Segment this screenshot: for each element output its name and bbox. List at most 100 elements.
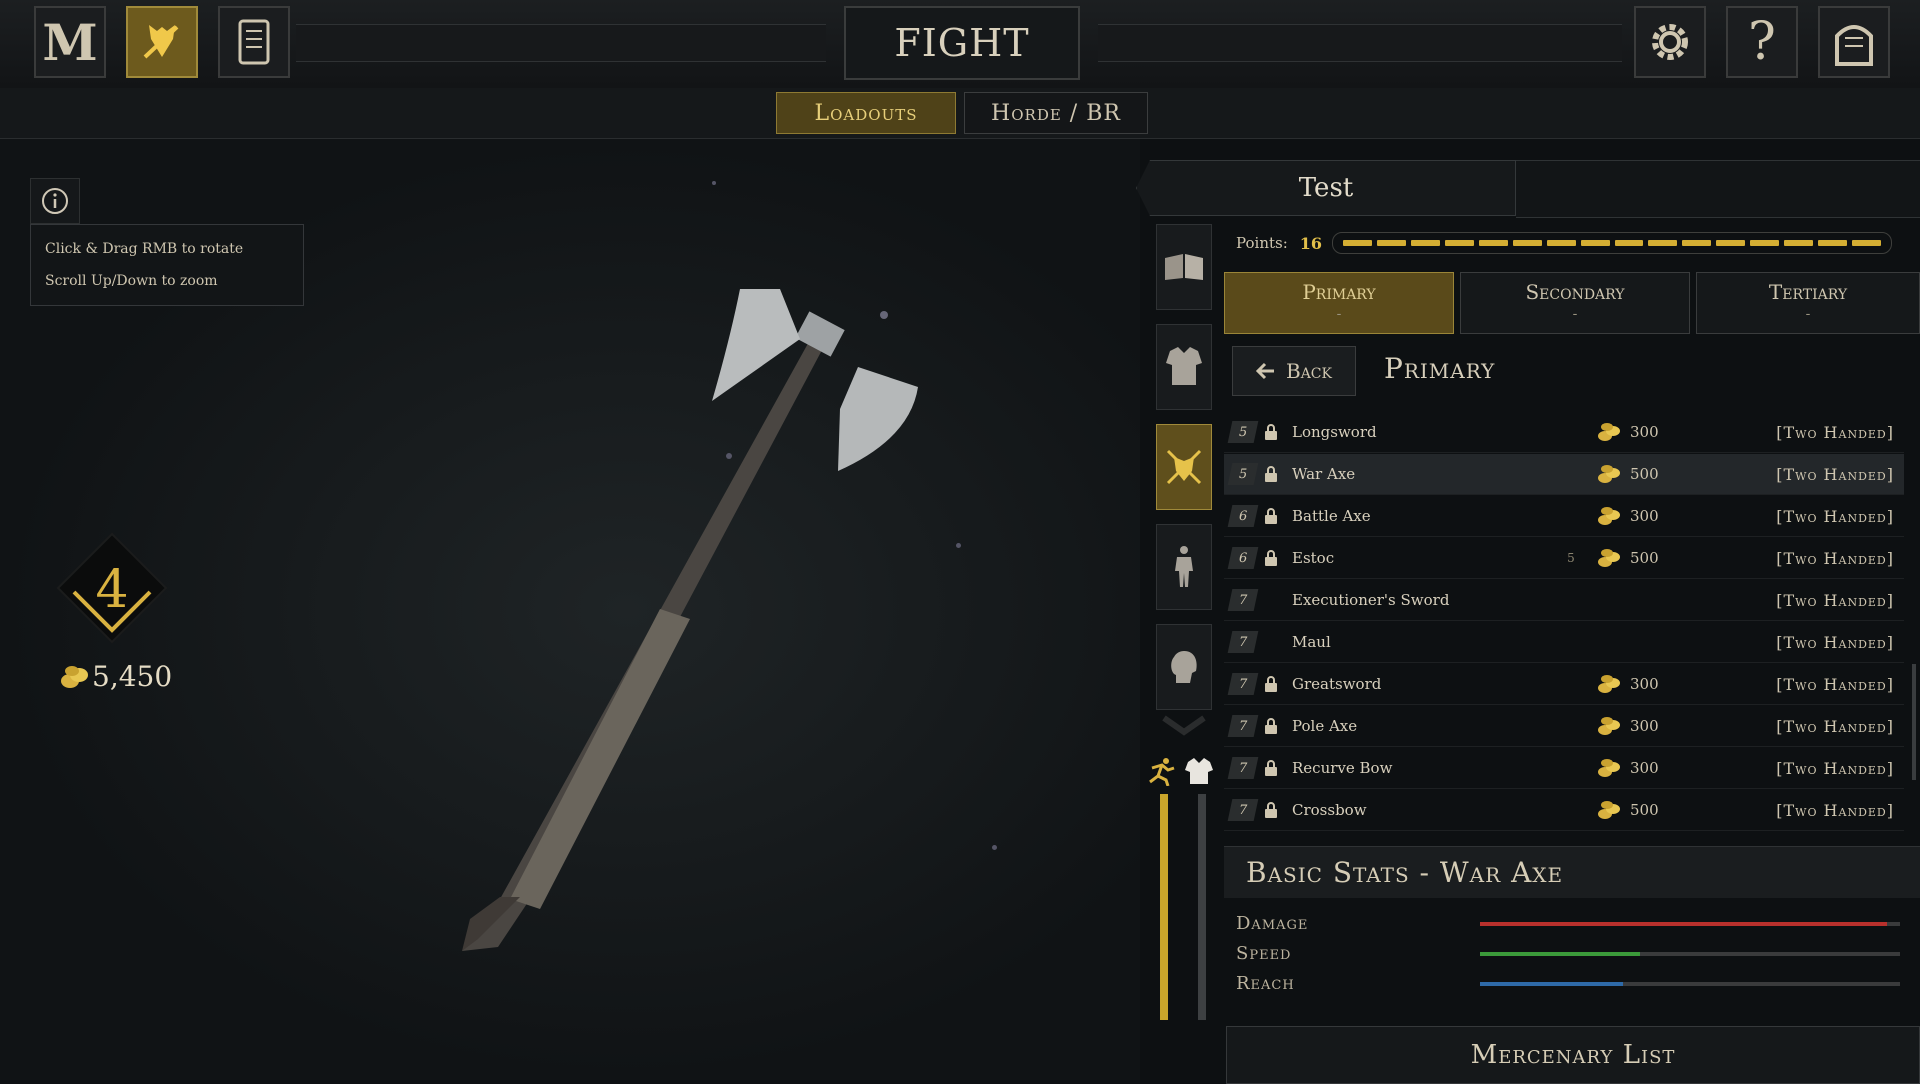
scroll-log-button[interactable] bbox=[218, 6, 290, 78]
points-segment bbox=[1444, 240, 1474, 246]
slot-tertiary-label: Tertiary bbox=[1768, 280, 1848, 304]
back-button[interactable]: Back bbox=[1232, 346, 1356, 396]
head-icon bbox=[1171, 651, 1197, 683]
armor-weight-meter bbox=[1198, 794, 1206, 1020]
points-label: Points: bbox=[1236, 234, 1288, 252]
weapon-row[interactable]: 6 Battle Axe 300 [Two Handed] bbox=[1224, 496, 1904, 537]
running-man-icon bbox=[1149, 758, 1175, 786]
slot-primary-label: Primary bbox=[1302, 280, 1376, 304]
weapon-row[interactable]: 5 Longsword 300 [Two Handed] bbox=[1224, 412, 1904, 453]
help-button[interactable]: ? bbox=[1726, 6, 1798, 78]
top-bar-divider-right bbox=[1098, 24, 1622, 62]
points-segment bbox=[1376, 240, 1406, 246]
gold-coins-icon bbox=[1598, 507, 1620, 525]
weapon-price: 300 bbox=[1630, 423, 1659, 441]
points-segment bbox=[1716, 240, 1746, 246]
tab-loadouts[interactable]: Loadouts bbox=[776, 92, 956, 134]
weapon-row[interactable]: 5 War Axe 500 [Two Handed] bbox=[1224, 454, 1904, 495]
arrow-left-icon bbox=[1256, 362, 1274, 380]
tab-horde-br[interactable]: Horde / BR bbox=[964, 92, 1148, 134]
category-character-button[interactable] bbox=[1156, 524, 1212, 610]
tier-badge: 7 bbox=[1227, 631, 1259, 653]
category-perks-button[interactable] bbox=[1156, 224, 1212, 310]
hint-zoom: Scroll Up/Down to zoom bbox=[45, 273, 218, 289]
weapon-row[interactable]: 7 Maul [Two Handed] bbox=[1224, 622, 1904, 663]
stat-damage-bar bbox=[1480, 922, 1900, 926]
weight-meters-header bbox=[1146, 752, 1216, 792]
weapon-row[interactable]: 7 Crossbow 500 [Two Handed] bbox=[1224, 790, 1904, 831]
lock-icon bbox=[1265, 508, 1277, 524]
weapon-name: Maul bbox=[1292, 633, 1331, 651]
tier-badge: 5 bbox=[1227, 463, 1259, 485]
weapon-price: 300 bbox=[1630, 759, 1659, 777]
weapon-row[interactable]: 6 Estoc 5 500 [Two Handed] bbox=[1224, 538, 1904, 579]
weapon-name: Longsword bbox=[1292, 423, 1377, 441]
tab-loadouts-label: Loadouts bbox=[814, 100, 918, 126]
scroll-icon bbox=[238, 19, 270, 65]
background-star bbox=[712, 181, 716, 185]
loadout-name-field[interactable]: Test bbox=[1136, 160, 1516, 216]
stat-damage-fill bbox=[1480, 922, 1888, 926]
background-star bbox=[880, 311, 888, 319]
gold-coins-icon bbox=[1598, 717, 1620, 735]
weapon-type: [Two Handed] bbox=[1776, 591, 1894, 610]
settings-button[interactable] bbox=[1634, 6, 1706, 78]
points-segment bbox=[1750, 240, 1780, 246]
mercenary-list-label: Mercenary List bbox=[1470, 1040, 1676, 1070]
tier-badge: 7 bbox=[1227, 673, 1259, 695]
tier-badge: 7 bbox=[1227, 799, 1259, 821]
weapon-row[interactable]: 7 Greatsword 300 [Two Handed] bbox=[1224, 664, 1904, 705]
gold-coins-icon bbox=[1598, 675, 1620, 693]
book-icon bbox=[1165, 254, 1203, 280]
top-bar: M FIGHT ? bbox=[0, 0, 1920, 90]
chevron-down-icon[interactable] bbox=[1156, 714, 1212, 738]
main-menu-button[interactable]: M bbox=[34, 6, 106, 78]
lock-icon bbox=[1265, 760, 1277, 776]
weapon-type: [Two Handed] bbox=[1776, 801, 1894, 820]
weapon-list-scrollbar[interactable] bbox=[1912, 664, 1916, 780]
lock-icon bbox=[1265, 424, 1277, 440]
required-level-value: 5 bbox=[1567, 551, 1575, 565]
weapon-type: [Two Handed] bbox=[1776, 633, 1894, 652]
mercenary-list-button[interactable]: Mercenary List bbox=[1226, 1026, 1920, 1084]
weapon-name: Pole Axe bbox=[1292, 717, 1358, 735]
loadout-name-bar-extension bbox=[1516, 160, 1920, 218]
points-segment bbox=[1682, 240, 1712, 246]
weapon-name: Recurve Bow bbox=[1292, 759, 1393, 777]
gold-coins-icon bbox=[1598, 465, 1620, 483]
slot-primary[interactable]: Primary - bbox=[1224, 272, 1454, 334]
weapon-row[interactable]: 7 Recurve Bow 300 [Two Handed] bbox=[1224, 748, 1904, 789]
category-head-button[interactable] bbox=[1156, 624, 1212, 710]
points-row: Points: 16 bbox=[1222, 228, 1920, 258]
stat-reach-label: Reach bbox=[1236, 973, 1295, 994]
weapon-type: [Two Handed] bbox=[1776, 507, 1894, 526]
list-title: Primary bbox=[1384, 352, 1496, 385]
slot-tertiary[interactable]: Tertiary - bbox=[1696, 272, 1920, 334]
category-weapons-button[interactable] bbox=[1156, 424, 1212, 510]
gold-coins-icon bbox=[1598, 423, 1620, 441]
armory-button[interactable] bbox=[126, 6, 198, 78]
fight-button[interactable]: FIGHT bbox=[844, 6, 1080, 80]
weapon-price: 300 bbox=[1630, 675, 1659, 693]
tab-horde-br-label: Horde / BR bbox=[991, 100, 1121, 126]
weapon-type: [Two Handed] bbox=[1776, 717, 1894, 736]
logo-m-icon: M bbox=[42, 12, 98, 72]
category-armor-button[interactable] bbox=[1156, 324, 1212, 410]
tier-badge: 6 bbox=[1227, 505, 1259, 527]
slot-secondary-value: - bbox=[1572, 306, 1578, 322]
weapon-row[interactable]: 7 Pole Axe 300 [Two Handed] bbox=[1224, 706, 1904, 747]
slot-secondary[interactable]: Secondary - bbox=[1460, 272, 1690, 334]
info-button[interactable] bbox=[30, 178, 80, 224]
weapon-price: 300 bbox=[1630, 717, 1659, 735]
loadout-name: Test bbox=[1298, 173, 1354, 203]
gold-coins-icon bbox=[1598, 549, 1620, 567]
player-gold-value: 5,450 bbox=[92, 660, 173, 693]
top-bar-divider-left bbox=[296, 24, 826, 62]
lock-icon bbox=[1265, 550, 1277, 566]
background-star bbox=[992, 845, 997, 850]
weapon-name: Crossbow bbox=[1292, 801, 1367, 819]
gold-coins-icon bbox=[61, 665, 88, 688]
exit-button[interactable] bbox=[1818, 6, 1890, 78]
points-segment bbox=[1818, 240, 1848, 246]
weapon-row[interactable]: 7 Executioner's Sword [Two Handed] bbox=[1224, 580, 1904, 621]
